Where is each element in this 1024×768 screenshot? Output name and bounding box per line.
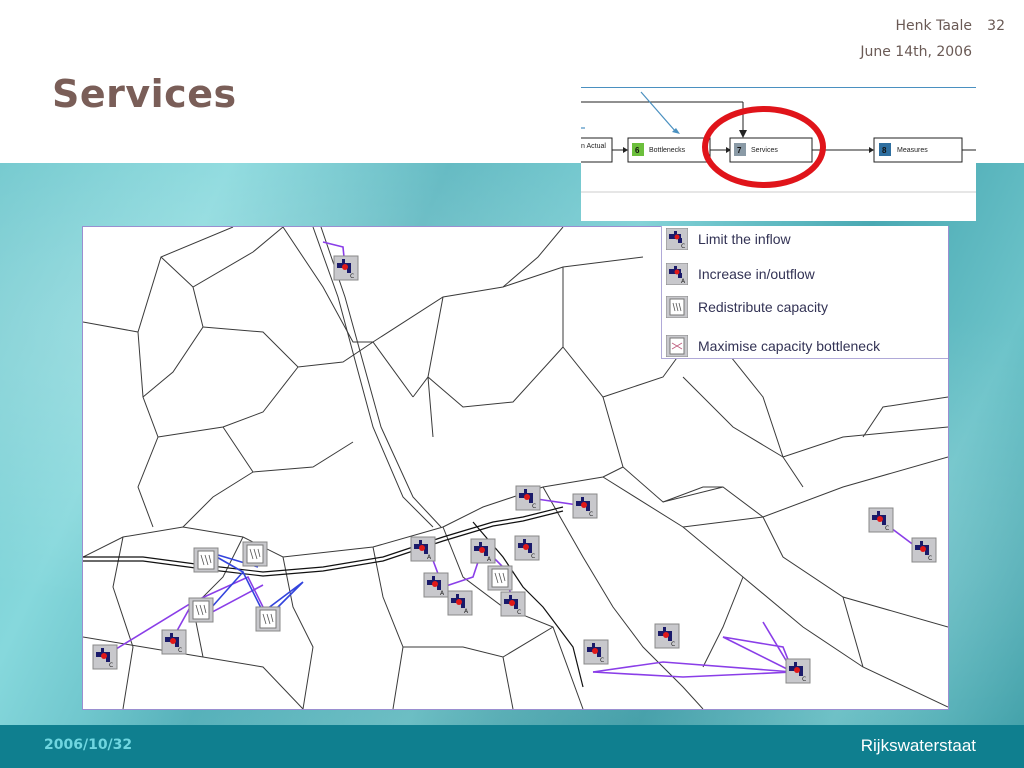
redistribute-capacity-icon [193,547,219,573]
svg-text:Measures: Measures [897,147,928,154]
tap-limit-inflow-icon: C [654,623,680,649]
author-name: Henk Taale [895,18,972,34]
svg-text:C: C [517,609,521,616]
tap-limit-inflow-icon: C [785,658,811,684]
svg-text:8: 8 [882,146,887,155]
svg-text:C: C [350,273,354,280]
svg-text:C: C [681,243,685,250]
process-step-actual: n Actual [581,137,613,163]
legend-item-maximise: Maximise capacity bottleneck [662,334,948,360]
tap-limit-inflow-icon: C [92,644,118,670]
process-step-bottlenecks: 6 Bottlenecks [627,137,711,163]
tap-limit-inflow-icon: C [161,629,187,655]
tap-increase-flow-icon: A [470,538,496,564]
tap-limit-inflow-icon: C [868,507,894,533]
tap-limit-inflow-icon: C [666,228,688,250]
svg-text:C: C [178,647,182,654]
tap-limit-inflow-icon: C [583,639,609,665]
legend-item-redistribute: Redistribute capacity [662,295,948,321]
tap-limit-inflow-icon: C [911,537,937,563]
legend-label: Redistribute capacity [698,299,828,315]
legend-label: Increase in/outflow [698,266,815,282]
svg-text:C: C [600,657,604,664]
tap-limit-inflow-icon: C [515,485,541,511]
legend-item-increase-flow: A Increase in/outflow [662,262,948,288]
redistribute-capacity-icon [242,541,268,567]
process-step-services: 7 Services [729,137,813,163]
tap-limit-inflow-icon: C [500,591,526,617]
svg-text:Bottlenecks: Bottlenecks [649,147,686,154]
tap-limit-inflow-icon: C [333,255,359,281]
tap-increase-flow-icon: A [666,263,688,285]
svg-text:C: C [802,676,806,683]
process-step-actual-label: n Actual [581,143,606,150]
svg-text:C: C [589,511,593,518]
redistribute-capacity-icon [255,606,281,632]
process-diagram: n Actual 6 Bottlenecks 7 Services 8 Meas… [581,87,976,221]
legend-label: Limit the inflow [698,231,791,247]
svg-text:C: C [532,503,536,510]
redistribute-capacity-icon [487,565,513,591]
svg-text:C: C [885,525,889,532]
svg-text:C: C [531,553,535,560]
footer-brand: Rijkswaterstaat [860,736,976,755]
footer-document-code: 2006/10/32 [44,737,133,753]
svg-text:C: C [671,641,675,648]
svg-text:7: 7 [737,146,742,155]
slide-number: 32 [987,18,1005,34]
tap-limit-inflow-icon: C [572,493,598,519]
legend-item-limit-inflow: C Limit the inflow [662,227,948,253]
redistribute-capacity-icon [188,597,214,623]
service-legend: C Limit the inflow A Increase in/outflow… [661,226,948,359]
redistribute-capacity-icon [666,296,688,318]
svg-text:Services: Services [751,147,778,154]
svg-text:C: C [109,662,113,669]
tap-increase-flow-icon: A [410,536,436,562]
legend-label: Maximise capacity bottleneck [698,338,881,354]
presentation-date: June 14th, 2006 [860,44,972,60]
tap-increase-flow-icon: A [423,572,449,598]
svg-text:C: C [928,555,932,562]
tap-limit-inflow-icon: C [514,535,540,561]
footer-bar: 2006/10/32 Rijkswaterstaat [0,725,1024,768]
tap-increase-flow-icon: A [447,590,473,616]
maximise-capacity-icon [666,335,688,357]
slide-title: Services [52,72,237,116]
process-step-measures: 8 Measures [873,137,963,163]
svg-text:6: 6 [635,146,640,155]
